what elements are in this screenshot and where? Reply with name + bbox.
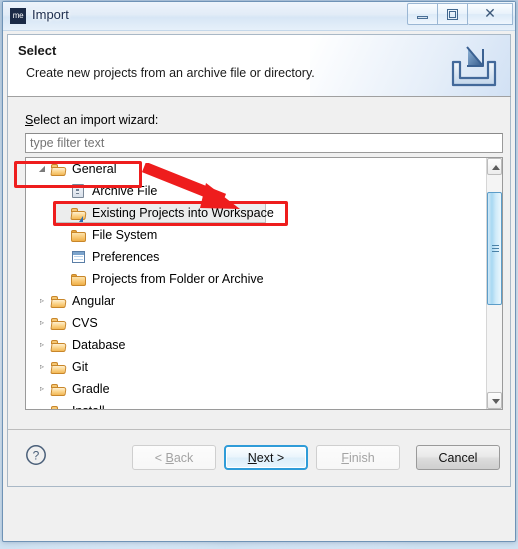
title-bar[interactable]: me Import ✕ [3,2,515,31]
chevron-up-icon [492,165,500,170]
dialog-button-bar: ? < Back Next > Finish Cancel [8,429,510,486]
tree-rows: ◢ General Archive File Existing Projects in… [26,158,487,409]
chevron-down-icon [492,399,500,404]
tree-item-label: File System [92,228,158,242]
tree-item-general[interactable]: ◢ General [26,158,487,180]
minimize-icon [417,16,428,19]
tree-item-label: Archive File [92,184,158,198]
next-button-label: Next > [247,450,285,465]
tree-item-preferences[interactable]: Preferences [26,246,487,268]
twisty-collapsed-icon[interactable]: ▹ [34,378,50,400]
folder-open-icon [50,161,68,177]
cancel-button-label: Cancel [438,450,478,465]
tree-item-gradle[interactable]: ▹ Gradle [26,378,487,400]
tree-item-angular[interactable]: ▹ Angular [26,290,487,312]
app-icon: me [10,8,26,24]
restore-icon-inner [449,11,456,18]
filter-label: Select an import wizard: [25,113,158,127]
tree-item-label: Gradle [72,382,110,396]
twisty-expanded-icon[interactable]: ◢ [34,158,50,180]
folder-open-icon [50,293,68,309]
twisty-collapsed-icon[interactable]: ▹ [34,356,50,378]
cancel-button[interactable]: Cancel [416,445,500,470]
svg-text:?: ? [33,449,40,463]
tree-vertical-scrollbar[interactable] [486,158,502,409]
tree-item-label: Existing Projects into Workspace [92,206,274,220]
folder-open-icon [50,381,68,397]
minimize-button[interactable] [407,3,438,25]
window-title: Import [32,7,69,22]
dialog-body: Select an import wizard: ◢ General Archive… [7,97,511,487]
wizard-banner: Select Create new projects from an archi… [7,34,511,96]
restore-button[interactable] [438,3,468,25]
folder-open-icon [50,359,68,375]
folder-open-icon [50,403,68,409]
archive-file-icon [70,183,88,199]
finish-button-label: Finish [341,450,375,465]
tree-item-label: CVS [72,316,98,330]
twisty-collapsed-icon[interactable]: ▹ [34,400,50,409]
scroll-up-button[interactable] [487,158,502,175]
filter-label-rest: elect an import wizard: [33,113,159,127]
folder-closed-icon [70,271,88,287]
page-description: Create new projects from an archive file… [26,66,315,80]
tree-item-existing-projects-into-workspace[interactable]: Existing Projects into Workspace [26,202,487,224]
tree-item-cvs[interactable]: ▹ CVS [26,312,487,334]
import-dialog-window: me Import ✕ Select Create new projects f… [2,1,516,542]
tree-item-git[interactable]: ▹ Git [26,356,487,378]
twisty-collapsed-icon[interactable]: ▹ [34,334,50,356]
tree-item-archive-file[interactable]: Archive File [26,180,487,202]
scrollbar-grip-icon [492,244,499,253]
tree-item-label: General [72,162,117,176]
tree-item-install[interactable]: ▹ Install [26,400,487,409]
scrollbar-thumb[interactable] [487,192,502,305]
back-button[interactable]: < Back [132,445,216,470]
tree-item-label: Preferences [92,250,160,264]
next-button[interactable]: Next > [224,445,308,470]
tree-item-label: Database [72,338,126,352]
folder-import-icon [70,205,88,222]
tree-item-label: Install [68,404,105,409]
preferences-icon [70,249,88,265]
import-wizard-tree[interactable]: ◢ General Archive File Existing Projects in… [25,157,503,410]
page-title: Select [18,43,57,58]
tree-item-database[interactable]: ▹ Database [26,334,487,356]
scroll-down-button[interactable] [487,392,502,409]
twisty-collapsed-icon[interactable]: ▹ [34,312,50,334]
help-icon[interactable]: ? [25,444,47,466]
tree-item-label: Projects from Folder or Archive [92,272,264,286]
folder-closed-icon [70,227,88,243]
twisty-collapsed-icon[interactable]: ▹ [34,290,50,312]
folder-open-icon [50,337,68,353]
close-button[interactable]: ✕ [468,3,513,25]
filter-input[interactable] [25,133,503,153]
close-icon: ✕ [484,5,496,21]
import-wizard-icon [451,46,497,87]
window-controls: ✕ [407,3,513,25]
tree-item-label: Git [72,360,88,374]
finish-button[interactable]: Finish [316,445,400,470]
back-button-label: < Back [154,450,194,465]
tree-item-projects-from-folder-or-archive[interactable]: Projects from Folder or Archive [26,268,487,290]
tree-item-file-system[interactable]: File System [26,224,487,246]
tree-item-label: Angular [72,294,116,308]
folder-open-icon [50,315,68,331]
